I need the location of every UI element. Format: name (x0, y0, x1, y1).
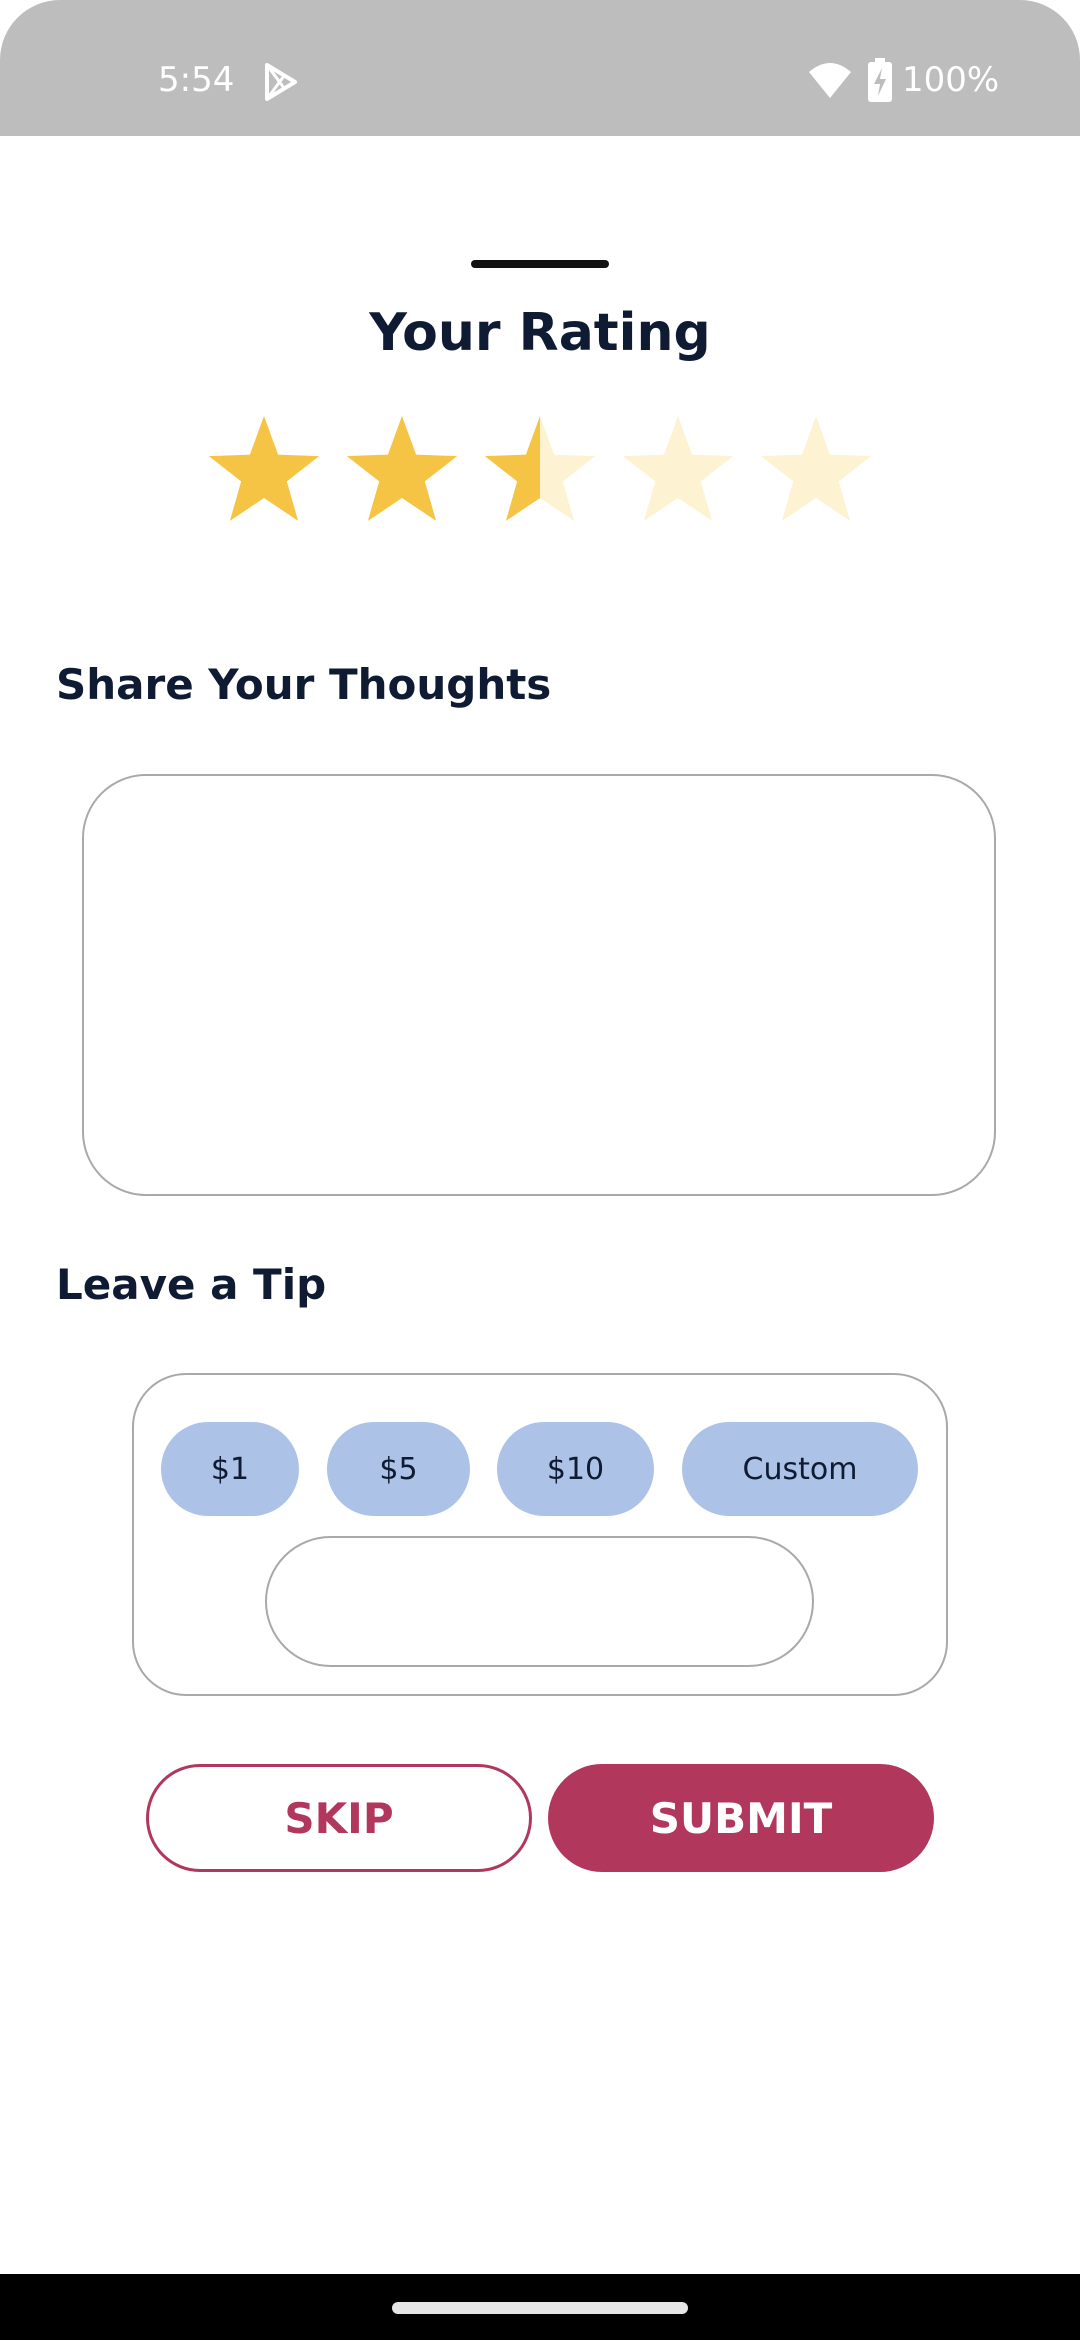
star-rating[interactable] (200, 414, 880, 534)
submit-button[interactable]: SUBMIT (548, 1764, 934, 1872)
tip-option-custom[interactable]: Custom (682, 1422, 918, 1516)
skip-button[interactable]: SKIP (146, 1764, 532, 1872)
battery-percentage: 100% (902, 60, 1000, 100)
tip-option-10[interactable]: $10 (497, 1422, 654, 1516)
star-icon-4[interactable] (622, 416, 734, 521)
star-icon-1[interactable] (208, 416, 320, 521)
leave-tip-label: Leave a Tip (56, 1260, 327, 1309)
drag-handle[interactable] (471, 260, 609, 268)
page-title: Your Rating (369, 303, 711, 363)
thoughts-input[interactable] (82, 774, 996, 1196)
status-bar: 5:54 100% (0, 0, 1080, 136)
battery-charging-icon (868, 58, 892, 102)
status-time: 5:54 (158, 60, 235, 100)
play-store-icon (265, 63, 297, 101)
tip-option-1[interactable]: $1 (161, 1422, 299, 1516)
share-thoughts-label: Share Your Thoughts (56, 660, 552, 709)
star-icon-5[interactable] (760, 416, 872, 521)
star-icon-3[interactable] (484, 416, 596, 521)
wifi-icon (809, 63, 851, 98)
star-icon-2[interactable] (346, 416, 458, 521)
home-gesture-handle[interactable] (392, 2302, 688, 2314)
custom-tip-input[interactable] (265, 1536, 814, 1667)
tip-option-5[interactable]: $5 (327, 1422, 470, 1516)
